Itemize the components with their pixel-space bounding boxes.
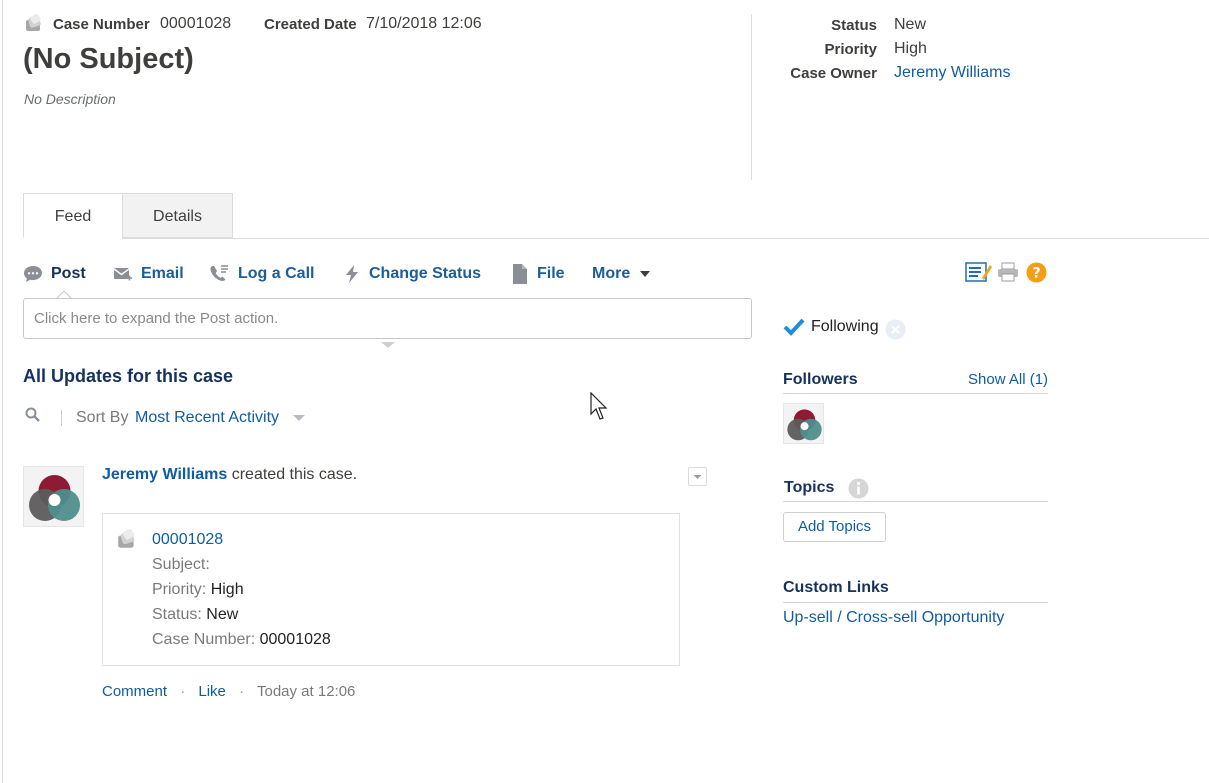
tab-underline — [122, 238, 1209, 239]
priority-label: Priority — [824, 41, 877, 58]
tab-details[interactable]: Details — [122, 193, 233, 238]
card-status-row: Status: New — [152, 606, 238, 624]
custom-links-heading: Custom Links — [783, 579, 889, 596]
followers-heading: Followers — [783, 371, 858, 388]
log-call-action-label: Log a Call — [238, 265, 315, 282]
followers-rule — [783, 393, 1048, 394]
card-priority-value: High — [210, 581, 244, 598]
more-actions-menu[interactable]: More — [592, 262, 651, 286]
card-case-number-value: 00001028 — [259, 631, 331, 648]
card-priority-row: Priority: High — [152, 581, 244, 599]
created-date-label: Created Date — [264, 16, 357, 33]
card-subject-row: Subject: — [152, 556, 210, 574]
svg-text:?: ? — [1032, 266, 1040, 282]
card-case-number-label: Case Number: — [152, 631, 256, 648]
post-input[interactable]: Click here to expand the Post action. — [23, 298, 752, 339]
sort-by-label: Sort By — [76, 409, 129, 426]
status-label: Status — [831, 17, 877, 34]
case-icon — [116, 528, 138, 556]
feed-action-text: created this case. — [231, 466, 358, 483]
edit-layout-icon[interactable] — [965, 261, 992, 288]
help-icon[interactable]: ? — [1026, 262, 1047, 288]
feed-item-menu-button[interactable] — [688, 467, 707, 486]
status-value: New — [894, 16, 927, 33]
tab-feed[interactable]: Feed — [23, 193, 123, 238]
page-left-border — [2, 0, 3, 783]
card-status-label: Status: — [152, 606, 202, 623]
header-divider — [751, 14, 752, 180]
file-action[interactable]: File — [511, 262, 565, 286]
case-description: No Description — [24, 91, 116, 107]
author-avatar[interactable] — [23, 466, 84, 527]
printer-icon[interactable] — [997, 262, 1019, 287]
case-number-label: Case Number — [53, 16, 150, 33]
upsell-crosssell-link[interactable]: Up-sell / Cross-sell Opportunity — [783, 609, 1004, 627]
email-action[interactable]: Email — [113, 262, 184, 286]
priority-value: High — [894, 40, 927, 57]
card-case-link[interactable]: 00001028 — [152, 531, 223, 549]
case-icon — [26, 13, 41, 31]
feed-author-link[interactable]: Jeremy Williams — [102, 466, 227, 483]
file-icon — [511, 263, 529, 285]
post-action-label: Post — [51, 265, 86, 282]
case-owner-link[interactable]: Jeremy Williams — [894, 64, 1010, 82]
more-action-label: More — [592, 265, 631, 282]
unfollow-button[interactable] — [885, 319, 906, 345]
log-call-action[interactable]: Log a Call — [208, 262, 314, 286]
sort-separator — [61, 410, 62, 426]
card-status-value: New — [206, 606, 239, 623]
checkmark-icon — [783, 318, 805, 336]
search-icon[interactable] — [25, 407, 41, 428]
topics-rule — [783, 501, 1048, 502]
page-title: (No Subject) — [23, 43, 194, 75]
topics-heading: Topics — [784, 479, 835, 496]
add-topics-button[interactable]: Add Topics — [783, 512, 886, 542]
following-status: Following — [783, 318, 879, 336]
expand-arrow-icon[interactable] — [381, 342, 395, 350]
case-header-icon — [24, 13, 44, 39]
close-circle-icon — [885, 319, 906, 340]
feed-item-header: Jeremy Williams created this case. — [102, 466, 357, 484]
feed-item-footer: Comment · Like · Today at 12:06 — [102, 683, 355, 700]
chat-bubble-icon — [23, 265, 43, 283]
case-owner-label: Case Owner — [790, 65, 877, 82]
post-input-placeholder: Click here to expand the Post action. — [34, 310, 279, 327]
feed-timestamp: Today at 12:06 — [256, 683, 356, 700]
footer-dot: · — [239, 683, 245, 700]
mouse-cursor-icon — [590, 392, 608, 420]
like-link[interactable]: Like — [198, 683, 226, 700]
lightning-icon — [343, 264, 361, 284]
card-priority-label: Priority: — [152, 581, 207, 598]
custom-links-rule — [783, 602, 1048, 603]
case-number-value: 00001028 — [160, 15, 232, 32]
email-action-label: Email — [141, 265, 184, 282]
post-action[interactable]: Post — [23, 262, 86, 286]
card-case-number-row: Case Number: 00001028 — [152, 631, 331, 649]
comment-link[interactable]: Comment — [102, 683, 167, 700]
change-status-action[interactable]: Change Status — [343, 262, 481, 286]
created-date-value: 7/10/2018 12:06 — [366, 15, 482, 32]
envelope-icon — [113, 265, 133, 283]
following-label: Following — [811, 318, 879, 335]
file-action-label: File — [537, 265, 565, 282]
change-status-action-label: Change Status — [369, 265, 482, 282]
phone-icon — [208, 264, 230, 284]
card-subject-label: Subject: — [152, 556, 210, 573]
caret-down-icon[interactable] — [293, 415, 305, 422]
sort-by-dropdown[interactable]: Most Recent Activity — [135, 409, 279, 427]
caret-down-icon — [640, 271, 651, 277]
footer-dot: · — [180, 683, 186, 700]
caret-down-icon — [693, 475, 702, 479]
follower-avatar[interactable] — [783, 403, 824, 444]
feed-heading: All Updates for this case — [23, 366, 234, 386]
show-all-followers-link[interactable]: Show All (1) — [968, 371, 1048, 388]
